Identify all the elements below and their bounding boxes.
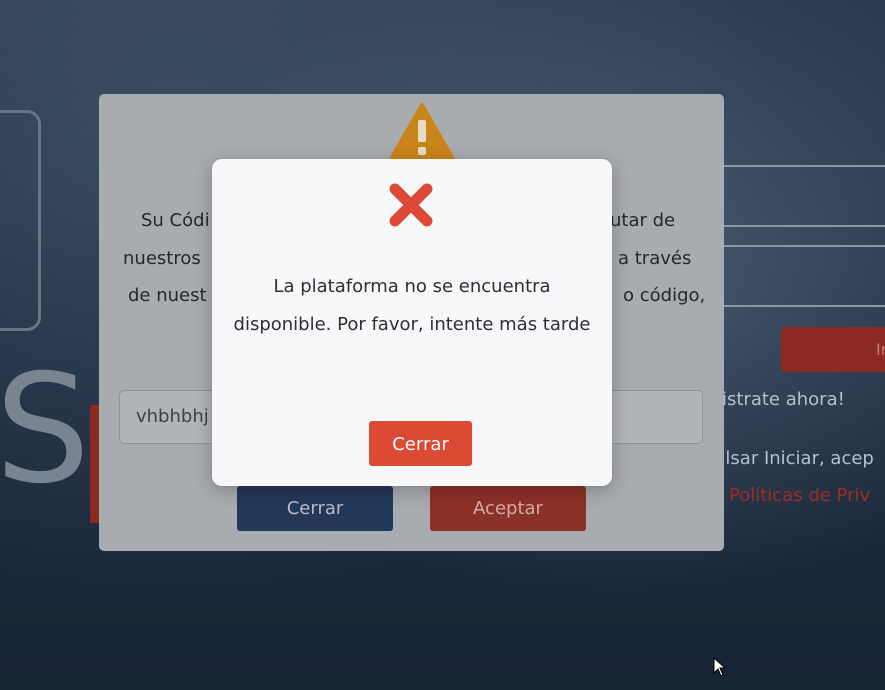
form-underline <box>722 165 885 167</box>
form-underline <box>722 305 885 307</box>
message-fragment: utar de <box>610 210 676 231</box>
form-underline <box>722 245 885 247</box>
error-message: La plataforma no se encuentra disponible… <box>233 276 591 335</box>
form-underline <box>722 225 885 227</box>
register-link[interactable]: istrate ahora! <box>722 389 845 410</box>
mouse-cursor-icon <box>713 657 727 677</box>
login-button[interactable]: In <box>781 327 885 372</box>
error-modal: La plataforma no se encuentra disponible… <box>212 159 612 486</box>
background-logo-frame <box>0 110 41 331</box>
message-fragment: nuestros <box>123 248 201 269</box>
warning-icon <box>388 102 456 162</box>
message-fragment: o código, <box>623 285 706 306</box>
privacy-link[interactable]: Políticas de Priv <box>729 485 870 506</box>
error-close-button[interactable]: Cerrar <box>369 421 472 466</box>
message-fragment: de nuest <box>128 285 207 306</box>
terms-text: ulsar Iniciar, acep <box>714 448 874 469</box>
error-x-icon <box>389 183 433 227</box>
message-fragment: Su Códi <box>141 210 210 231</box>
message-fragment: a través <box>618 248 692 269</box>
code-dialog-accept-button[interactable]: Aceptar <box>430 486 586 531</box>
code-dialog-close-button[interactable]: Cerrar <box>237 486 393 531</box>
